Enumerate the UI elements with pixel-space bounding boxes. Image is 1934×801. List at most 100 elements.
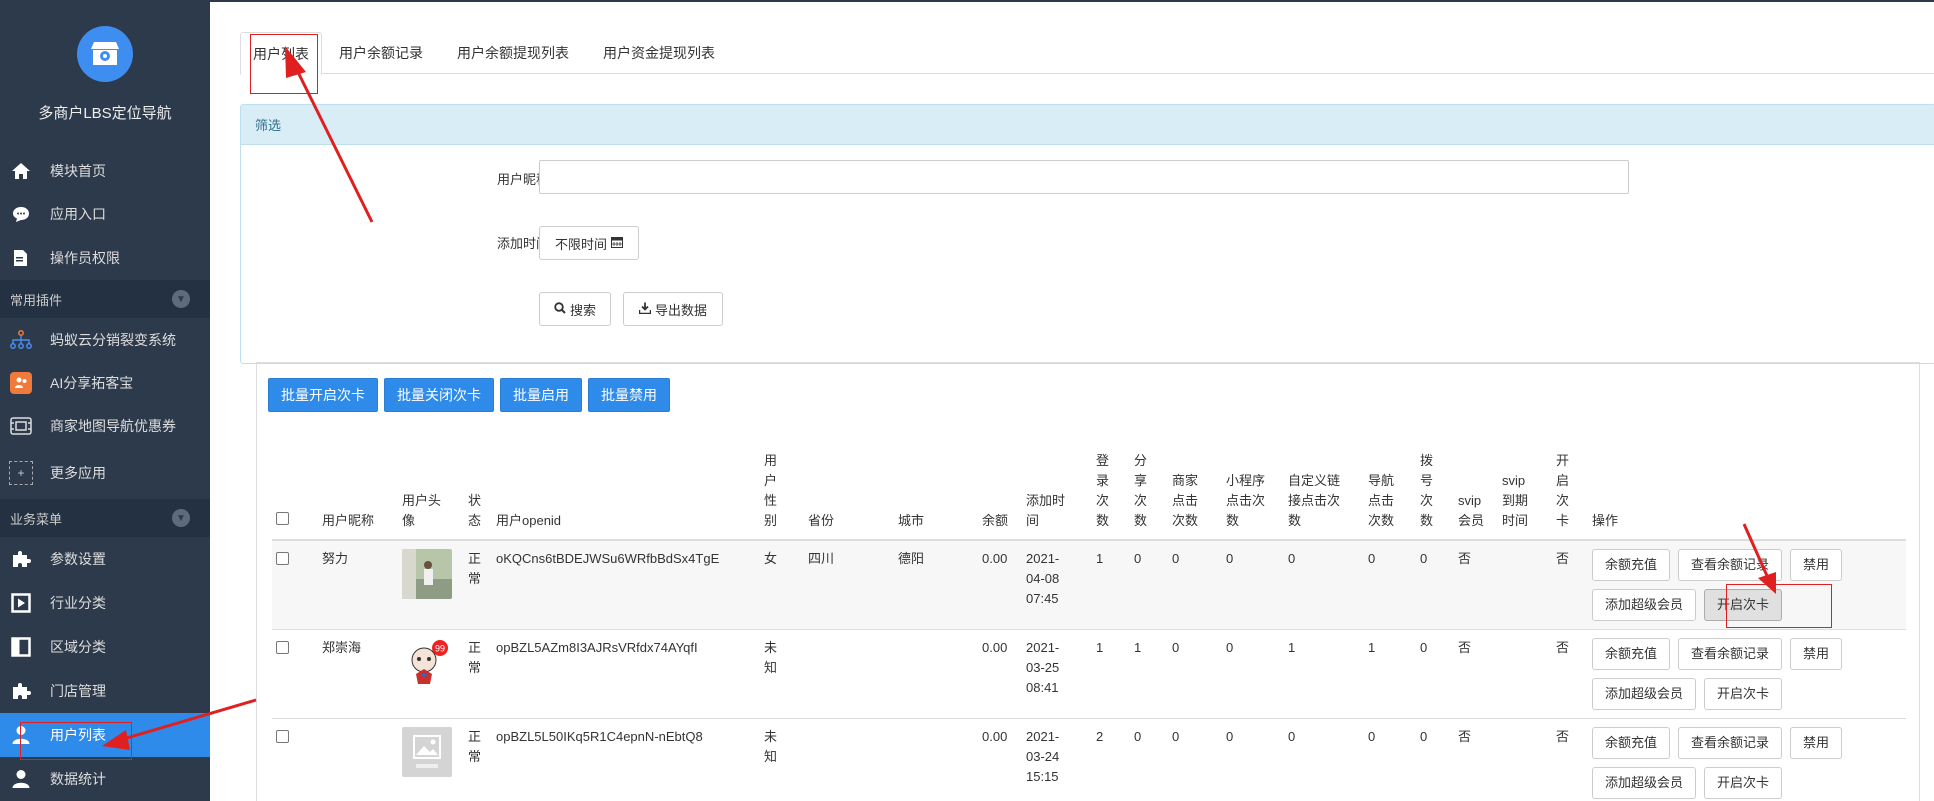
ban-button[interactable]: 禁用: [1790, 727, 1843, 759]
time-range-picker[interactable]: 不限时间: [539, 226, 639, 260]
col-avatar: 用户头像: [398, 447, 464, 541]
sidebar-item-ant-cloud[interactable]: 蚂蚁云分销裂变系统: [0, 318, 210, 361]
view-balance-records-button[interactable]: 查看余额记录: [1678, 549, 1783, 581]
cell-balance: 0.00: [978, 629, 1022, 719]
tab-balance-records[interactable]: 用户余额记录: [322, 32, 440, 74]
sidebar-group-business[interactable]: 业务菜单 ▼: [0, 499, 210, 537]
cell-mini-click: 0: [1222, 718, 1284, 801]
sidebar-item-label: 商家地图导航优惠券: [50, 417, 176, 434]
col-login: 登录次数: [1092, 447, 1130, 541]
recharge-button[interactable]: 余额充值: [1592, 549, 1671, 581]
share-icon: [8, 371, 34, 394]
row-checkbox[interactable]: [276, 641, 289, 654]
user-avatar-cartoon[interactable]: 99: [402, 638, 452, 688]
add-super-member-button[interactable]: 添加超级会员: [1592, 678, 1697, 710]
tab-bar: 用户列表 用户余额记录 用户余额提现列表 用户资金提现列表: [240, 32, 1934, 75]
cell-svip: 否: [1454, 539, 1498, 630]
cell-status: 正常: [464, 629, 492, 719]
cell-mini-click: 0: [1222, 539, 1284, 630]
batch-enable-card-button[interactable]: 批量开启次卡: [268, 378, 378, 412]
cell-share: 1: [1130, 629, 1168, 719]
view-balance-records-button[interactable]: 查看余额记录: [1678, 638, 1783, 670]
main-content: 用户列表 用户余额记录 用户余额提现列表 用户资金提现列表 筛选 用户昵称 添加…: [210, 0, 1934, 801]
row-checkbox[interactable]: [276, 730, 289, 743]
sidebar-item-ai-share[interactable]: AI分享拓客宝: [0, 361, 210, 404]
cell-nav-click: 0: [1364, 718, 1416, 801]
col-gender: 用户性别: [760, 447, 804, 541]
cell-login: 1: [1092, 539, 1130, 630]
search-button[interactable]: 搜索: [539, 292, 611, 326]
cell-login: 1: [1092, 629, 1130, 719]
sidebar-group-plugins[interactable]: 常用插件 ▼: [0, 280, 210, 318]
cell-gender: 未知: [760, 629, 804, 719]
cell-openid: opBZL5L50IKq5R1C4epnN-nEbtQ8: [492, 718, 760, 801]
cell-link-click: 1: [1284, 629, 1364, 719]
ban-button[interactable]: 禁用: [1790, 549, 1843, 581]
col-status: 状态: [464, 447, 492, 541]
sidebar-item-user-list[interactable]: 用户列表: [0, 713, 210, 757]
cell-status: 正常: [464, 718, 492, 801]
add-super-member-button[interactable]: 添加超级会员: [1592, 589, 1697, 621]
tab-balance-withdrawals[interactable]: 用户余额提现列表: [440, 32, 586, 74]
view-balance-records-button[interactable]: 查看余额记录: [1678, 727, 1783, 759]
select-all-checkbox[interactable]: [276, 512, 289, 525]
filter-panel: 筛选 用户昵称 添加时间 不限时间 搜索 导出数据: [240, 104, 1934, 364]
nickname-input[interactable]: [539, 160, 1629, 194]
sidebar-item-app-entry[interactable]: 应用入口: [0, 192, 210, 236]
sidebar-item-stores[interactable]: 门店管理: [0, 669, 210, 713]
enable-card-button[interactable]: 开启次卡: [1704, 589, 1783, 621]
download-icon: [638, 302, 652, 317]
batch-enable-button[interactable]: 批量启用: [500, 378, 582, 412]
cell-shop-click: 0: [1168, 718, 1222, 801]
image-placeholder-icon[interactable]: [402, 727, 452, 777]
user-avatar-photo[interactable]: [402, 549, 452, 599]
tab-fund-withdrawals[interactable]: 用户资金提现列表: [586, 32, 732, 74]
cell-link-click: 0: [1284, 539, 1364, 630]
sidebar-item-home[interactable]: 模块首页: [0, 150, 210, 192]
sidebar-item-region[interactable]: 区域分类: [0, 625, 210, 669]
sidebar-item-map-coupon[interactable]: 商家地图导航优惠券: [0, 404, 210, 447]
sidebar-item-label: 操作员权限: [50, 250, 120, 266]
row-checkbox[interactable]: [276, 552, 289, 565]
col-city: 城市: [894, 447, 978, 541]
sidebar-item-params[interactable]: 参数设置: [0, 537, 210, 581]
cell-card: 否: [1552, 539, 1588, 630]
col-actions: 操作: [1588, 447, 1906, 541]
user-table: 用户昵称 用户头像 状态 用户openid 用户性别 省份 城市 余额 添加时间…: [272, 447, 1906, 801]
table-row: 郑崇海 99 正常 opBZL5AZm8I3AJRsVRfdx74AYqfI 未…: [272, 629, 1906, 719]
columns-icon: [8, 636, 34, 658]
sidebar-item-more-apps[interactable]: + 更多应用: [0, 447, 210, 499]
col-card: 开启次卡: [1552, 447, 1588, 541]
sidebar-item-industry[interactable]: 行业分类: [0, 581, 210, 625]
enable-card-button[interactable]: 开启次卡: [1704, 678, 1783, 710]
col-dial: 拨号次数: [1416, 447, 1454, 541]
network-icon: [8, 329, 34, 351]
recharge-button[interactable]: 余额充值: [1592, 638, 1671, 670]
sidebar-group-label: 业务菜单: [10, 511, 63, 527]
cell-shop-click: 0: [1168, 629, 1222, 719]
table-header-row: 用户昵称 用户头像 状态 用户openid 用户性别 省份 城市 余额 添加时间…: [272, 447, 1906, 541]
cell-balance: 0.00: [978, 539, 1022, 630]
search-button-label: 搜索: [569, 302, 596, 318]
sidebar-item-operator-permissions[interactable]: 操作员权限: [0, 236, 210, 280]
sidebar-item-label: 参数设置: [50, 551, 106, 567]
user-list-panel: 批量开启次卡 批量关闭次卡 批量启用 批量禁用 用户昵称 用户头像 状态 用户o…: [256, 362, 1920, 801]
export-button-label: 导出数据: [654, 302, 707, 318]
export-button[interactable]: 导出数据: [623, 292, 723, 326]
ban-button[interactable]: 禁用: [1790, 638, 1843, 670]
enable-card-button[interactable]: 开启次卡: [1704, 767, 1783, 799]
cell-mini-click: 0: [1222, 629, 1284, 719]
recharge-button[interactable]: 余额充值: [1592, 727, 1671, 759]
sidebar-item-statistics[interactable]: 数据统计: [0, 757, 210, 801]
sidebar-item-label: 应用入口: [50, 206, 106, 222]
puzzle-icon: [8, 548, 34, 570]
batch-ban-button[interactable]: 批量禁用: [588, 378, 670, 412]
table-row: 努力 正常 oKQCns6tBDEJWSu6WRfbBdSx4TgE 女 四川 …: [272, 539, 1906, 630]
batch-disable-card-button[interactable]: 批量关闭次卡: [384, 378, 494, 412]
cell-avatar: 99: [398, 629, 464, 719]
tab-user-list[interactable]: 用户列表: [240, 32, 322, 75]
cell-nickname: 努力: [318, 539, 398, 630]
calendar-icon: [611, 236, 623, 251]
add-super-member-button[interactable]: 添加超级会员: [1592, 767, 1697, 799]
edit-doc-icon: [8, 247, 34, 269]
